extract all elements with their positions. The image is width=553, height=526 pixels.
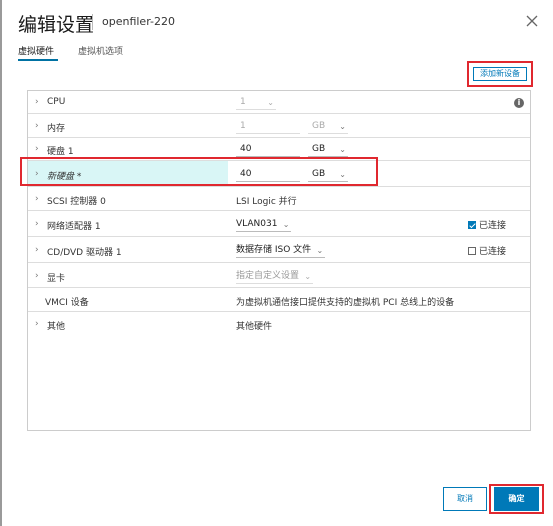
vmci-label: VMCI 设备 bbox=[45, 298, 89, 308]
chevron-down-icon: ⌄ bbox=[282, 220, 290, 229]
disk1-label: 硬盘 1 bbox=[47, 147, 74, 157]
cpu-label: CPU bbox=[47, 97, 66, 107]
chevron-right-icon[interactable]: › bbox=[35, 194, 39, 204]
chevron-right-icon[interactable]: › bbox=[35, 319, 39, 329]
chevron-right-icon[interactable]: › bbox=[35, 219, 39, 229]
video-settings-select: 指定自定义设置 ⌄ bbox=[236, 270, 314, 284]
disk1-unit-select[interactable]: GB ⌄ bbox=[308, 143, 348, 157]
scsi-label: SCSI 控制器 0 bbox=[47, 197, 106, 207]
memory-unit-select: GB ⌄ bbox=[308, 120, 348, 134]
chevron-right-icon[interactable]: › bbox=[35, 144, 39, 154]
cdrom-label: CD/DVD 驱动器 1 bbox=[47, 248, 122, 258]
disk1-unit: GB bbox=[312, 144, 326, 154]
cpu-value: 1 bbox=[240, 97, 246, 107]
memory-unit: GB bbox=[312, 121, 326, 131]
cdrom-connected-label: 已连接 bbox=[479, 247, 507, 257]
add-device-highlight: 添加新设备 bbox=[467, 61, 533, 87]
nic-label: 网络适配器 1 bbox=[47, 222, 101, 232]
chevron-right-icon[interactable]: › bbox=[35, 97, 39, 107]
nic-connected-checkbox[interactable]: 已连接 bbox=[468, 218, 506, 231]
hardware-row-scsi[interactable]: › SCSI 控制器 0 LSI Logic 并行 bbox=[28, 187, 530, 211]
cdrom-media-select[interactable]: 数据存储 ISO 文件 ⌄ bbox=[236, 244, 326, 258]
chevron-right-icon[interactable]: › bbox=[35, 271, 39, 281]
close-icon bbox=[526, 15, 538, 27]
hardware-row-memory[interactable]: › 内存 1 GB ⌄ bbox=[28, 114, 530, 138]
vmci-description: 为虚拟机通信接口提供支持的虚拟机 PCI 总线上的设备 bbox=[236, 298, 455, 308]
chevron-down-icon: ⌄ bbox=[339, 122, 346, 131]
hardware-row-vmci: VMCI 设备 为虚拟机通信接口提供支持的虚拟机 PCI 总线上的设备 bbox=[28, 288, 530, 312]
active-tab-indicator bbox=[18, 59, 58, 61]
hardware-list: › CPU 1 ⌄ i › 内存 1 GB ⌄ › 硬盘 1 40 GB ⌄ ›… bbox=[27, 90, 531, 431]
other-label: 其他 bbox=[47, 322, 66, 332]
cdrom-media-value: 数据存储 ISO 文件 bbox=[236, 245, 312, 255]
disk1-size-input[interactable]: 40 bbox=[236, 143, 300, 157]
nic-connected-label: 已连接 bbox=[479, 221, 507, 231]
dialog-title: 编辑设置 bbox=[18, 14, 95, 36]
hardware-row-video[interactable]: › 显卡 指定自定义设置 ⌄ bbox=[28, 263, 530, 288]
window-edge bbox=[0, 0, 2, 526]
chevron-right-icon[interactable]: › bbox=[35, 121, 39, 131]
tab-vm-options[interactable]: 虚拟机选项 bbox=[78, 44, 123, 57]
scsi-value: LSI Logic 并行 bbox=[236, 197, 297, 207]
title-separator bbox=[92, 14, 93, 30]
ok-button-highlight: 确定 bbox=[489, 484, 544, 514]
network-value: VLAN031 bbox=[236, 219, 278, 229]
info-icon[interactable]: i bbox=[514, 98, 524, 108]
checkbox-checked-icon bbox=[468, 221, 476, 229]
new-disk-highlight bbox=[20, 157, 378, 186]
chevron-down-icon: ⌄ bbox=[316, 246, 324, 255]
add-new-device-button[interactable]: 添加新设备 bbox=[473, 67, 527, 81]
close-button[interactable] bbox=[524, 13, 540, 29]
cdrom-connected-checkbox[interactable]: 已连接 bbox=[468, 244, 506, 257]
memory-label: 内存 bbox=[47, 124, 66, 134]
memory-input: 1 bbox=[236, 120, 300, 134]
ok-button[interactable]: 确定 bbox=[494, 487, 539, 511]
chevron-down-icon: ⌄ bbox=[339, 145, 346, 154]
other-value: 其他硬件 bbox=[236, 322, 273, 332]
hardware-row-cdrom[interactable]: › CD/DVD 驱动器 1 数据存储 ISO 文件 ⌄ 已连接 bbox=[28, 237, 530, 263]
video-label: 显卡 bbox=[47, 274, 66, 284]
cpu-select: 1 ⌄ bbox=[236, 96, 276, 110]
dialog-header: 编辑设置 openfiler-220 bbox=[0, 0, 553, 40]
network-select[interactable]: VLAN031 ⌄ bbox=[236, 218, 292, 232]
chevron-down-icon: ⌄ bbox=[304, 272, 312, 281]
checkbox-unchecked-icon bbox=[468, 247, 476, 255]
hardware-row-other[interactable]: › 其他 其他硬件 bbox=[28, 312, 530, 336]
vm-name: openfiler-220 bbox=[102, 15, 175, 28]
chevron-right-icon[interactable]: › bbox=[35, 245, 39, 255]
video-settings-value: 指定自定义设置 bbox=[236, 271, 300, 281]
hardware-row-cpu[interactable]: › CPU 1 ⌄ i bbox=[28, 91, 530, 114]
cancel-button[interactable]: 取消 bbox=[443, 487, 487, 511]
hardware-row-nic[interactable]: › 网络适配器 1 VLAN031 ⌄ 已连接 bbox=[28, 211, 530, 237]
chevron-down-icon: ⌄ bbox=[267, 98, 274, 107]
tab-virtual-hardware[interactable]: 虚拟硬件 bbox=[18, 44, 54, 57]
